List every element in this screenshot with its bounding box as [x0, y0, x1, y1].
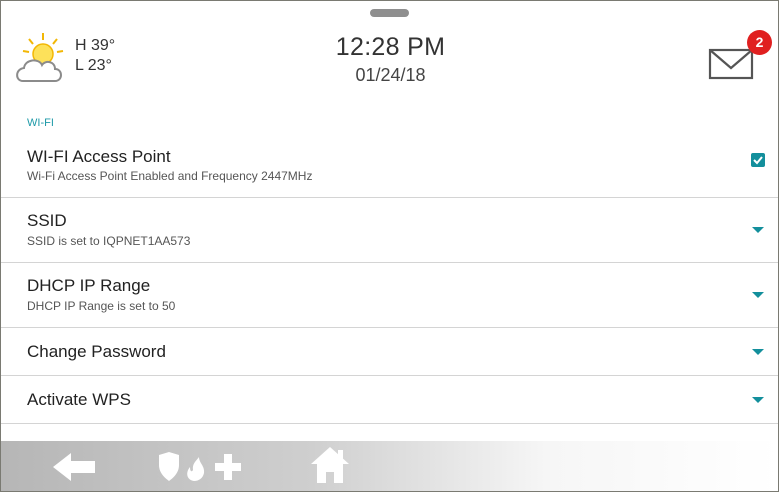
bottom-nav-bar: [1, 441, 778, 491]
list-item-dhcp-ip-range[interactable]: DHCP IP Range DHCP IP Range is set to 50: [1, 262, 778, 328]
home-icon[interactable]: [309, 445, 351, 490]
list-item-subtitle: DHCP IP Range is set to 50: [27, 299, 176, 313]
chevron-down-icon[interactable]: [752, 227, 764, 233]
chevron-down-icon[interactable]: [752, 397, 764, 403]
list-item-title: DHCP IP Range: [27, 276, 151, 295]
clock-date: 01/24/18: [355, 65, 426, 85]
clock-time: 12:28 PM: [335, 33, 446, 61]
chevron-down-icon[interactable]: [752, 349, 764, 355]
list-item-subtitle: Wi-Fi Access Point Enabled and Frequency…: [27, 169, 313, 183]
list-item-wifi-access-point[interactable]: WI-FI Access Point Wi-Fi Access Point En…: [1, 136, 778, 198]
list-item-title: WI-FI Access Point: [27, 147, 171, 166]
list-item-activate-wps[interactable]: Activate WPS: [1, 375, 778, 424]
list-item-change-password[interactable]: Change Password: [1, 327, 778, 376]
back-arrow-icon[interactable]: [53, 453, 97, 486]
list-item-ssid[interactable]: SSID SSID is set to IQPNET1AA573: [1, 197, 778, 263]
pull-down-handle[interactable]: [370, 9, 409, 17]
screen: H 39° L 23° 12:28 PM 01/24/18 2 WI-FI WI…: [0, 0, 779, 492]
notification-badge: 2: [747, 30, 772, 55]
list-item-title: SSID: [27, 211, 67, 230]
list-item-title: Change Password: [27, 342, 166, 361]
chevron-down-icon[interactable]: [752, 292, 764, 298]
list-item-title: Activate WPS: [27, 390, 131, 409]
list-item-subtitle: SSID is set to IQPNET1AA573: [27, 234, 191, 248]
wifi-access-point-checkbox[interactable]: [751, 153, 765, 167]
security-shield-fire-medical-icon[interactable]: [157, 451, 255, 488]
section-label: WI-FI: [27, 117, 54, 129]
